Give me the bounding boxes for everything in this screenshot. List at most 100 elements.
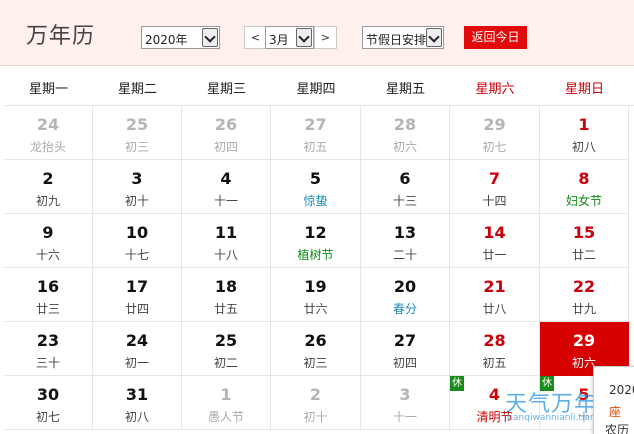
day-number: 27 bbox=[304, 115, 327, 134]
weekday-label: 星期五 bbox=[385, 82, 425, 97]
lunar-date: 初三 bbox=[303, 356, 328, 370]
calendar-day[interactable]: 14 廿一 bbox=[450, 214, 540, 268]
lunar-date: 初八 bbox=[571, 140, 596, 154]
calendar-day[interactable]: 29 初七 bbox=[450, 106, 540, 160]
calendar-day[interactable]: 9 十六 bbox=[4, 214, 93, 268]
calendar-day[interactable]: 13 二十 bbox=[361, 214, 450, 268]
lunar-date: 惊蛰 bbox=[303, 194, 328, 208]
calendar-day[interactable]: 16 廿三 bbox=[4, 268, 93, 322]
calendar-day[interactable]: 5 惊蛰 bbox=[271, 160, 361, 214]
lunar-date: 三十 bbox=[35, 356, 60, 370]
day-number: 3 bbox=[399, 385, 411, 404]
calendar-day[interactable]: 25 初二 bbox=[182, 322, 271, 376]
calendar-day[interactable]: 18 廿五 bbox=[182, 268, 271, 322]
lunar-date: 廿一 bbox=[482, 248, 507, 262]
calendar-day[interactable]: 11 十八 bbox=[182, 214, 271, 268]
lunar-date: 廿九 bbox=[571, 302, 596, 316]
day-number: 2 bbox=[309, 385, 322, 404]
holiday-select[interactable]: 节假日安排 bbox=[362, 26, 444, 49]
calendar-day[interactable]: 28 初六 bbox=[361, 106, 450, 160]
lunar-date: 初九 bbox=[35, 194, 60, 208]
lunar-date: 十四 bbox=[482, 194, 507, 208]
day-number: 22 bbox=[572, 277, 596, 296]
day-number: 12 bbox=[304, 223, 327, 242]
day-number: 27 bbox=[393, 331, 417, 350]
lunar-date: 初十 bbox=[124, 194, 149, 208]
calendar-day[interactable]: 28 初五 bbox=[450, 322, 540, 376]
day-number: 16 bbox=[36, 277, 60, 296]
calendar-day[interactable]: 2 初九 bbox=[4, 160, 93, 214]
calendar-day[interactable]: 4 十一 bbox=[182, 160, 271, 214]
lunar-date: 初三 bbox=[124, 140, 149, 154]
calendar-day[interactable]: 24 龙抬头 bbox=[4, 106, 93, 160]
lunar-date: 初四 bbox=[213, 140, 238, 154]
calendar-day[interactable]: 7 十四 bbox=[450, 160, 540, 214]
weekday-label: 星期三 bbox=[206, 82, 246, 97]
year-select[interactable]: 2020年 bbox=[141, 26, 220, 49]
day-number: 21 bbox=[483, 277, 506, 296]
day-number: 28 bbox=[393, 115, 417, 134]
chevron-down-icon[interactable] bbox=[426, 28, 442, 47]
calendar-day[interactable]: 17 廿四 bbox=[93, 268, 182, 322]
return-today-button[interactable]: 返回今日 bbox=[464, 26, 527, 49]
calendar-day[interactable]: 26 初四 bbox=[182, 106, 271, 160]
prev-month-button[interactable]: < bbox=[244, 26, 267, 49]
calendar-day[interactable]: 22 廿九 bbox=[540, 268, 629, 322]
holiday-select-value: 节假日安排 bbox=[366, 33, 427, 47]
lunar-date: 二十 bbox=[392, 248, 417, 262]
lunar-date: 植树节 bbox=[297, 248, 334, 262]
calendar-day[interactable]: 12 植树节 bbox=[271, 214, 361, 268]
calendar-day[interactable]: 27 初四 bbox=[361, 322, 450, 376]
lunar-date: 初十 bbox=[303, 410, 328, 424]
lunar-date: 十一 bbox=[392, 410, 417, 424]
day-number: 17 bbox=[125, 277, 149, 296]
calendar-day[interactable]: 30 初七 bbox=[4, 376, 93, 430]
calendar-day[interactable]: 26 初三 bbox=[271, 322, 361, 376]
day-number: 1 bbox=[220, 385, 232, 404]
calendar-day[interactable]: 19 廿六 bbox=[271, 268, 361, 322]
lunar-date: 妇女节 bbox=[565, 194, 602, 208]
day-number: 1 bbox=[578, 115, 590, 134]
day-number: 31 bbox=[125, 385, 149, 404]
calendar-day[interactable]: 15 廿二 bbox=[540, 214, 629, 268]
page-title: 万年历 bbox=[26, 24, 96, 49]
day-number: 26 bbox=[304, 331, 327, 350]
lunar-date: 初五 bbox=[303, 140, 328, 154]
calendar-day[interactable]: 20 春分 bbox=[361, 268, 450, 322]
calendar-day[interactable]: 24 初一 bbox=[93, 322, 182, 376]
calendar-day[interactable]: 3 十一 bbox=[361, 376, 450, 430]
date-tooltip-popup: 2020 座 农历 bbox=[593, 366, 634, 434]
calendar-day[interactable]: 6 十三 bbox=[361, 160, 450, 214]
popup-lunar-label: 农历 bbox=[605, 423, 630, 434]
calendar-day[interactable]: 3 初十 bbox=[93, 160, 182, 214]
calendar-day[interactable]: 23 三十 bbox=[4, 322, 93, 376]
lunar-date: 廿六 bbox=[303, 302, 328, 316]
calendar-day[interactable]: 1 愚人节 bbox=[182, 376, 271, 430]
calendar-day[interactable]: 21 廿八 bbox=[450, 268, 540, 322]
day-number: 6 bbox=[399, 169, 411, 188]
calendar-day[interactable]: 25 初三 bbox=[93, 106, 182, 160]
lunar-date: 廿四 bbox=[124, 302, 149, 316]
next-month-button[interactable]: > bbox=[314, 26, 337, 49]
lunar-date: 廿五 bbox=[213, 302, 238, 316]
calendar-day[interactable]: 27 初五 bbox=[271, 106, 361, 160]
month-select[interactable]: 3月 bbox=[265, 26, 314, 49]
calendar-day[interactable]: 1 初八 bbox=[540, 106, 629, 160]
chevron-down-icon[interactable] bbox=[202, 28, 218, 47]
calendar-day[interactable]: 10 十七 bbox=[93, 214, 182, 268]
weekday-label: 星期四 bbox=[296, 82, 336, 97]
lunar-date: 十三 bbox=[392, 194, 417, 208]
calendar-day[interactable]: 2 初十 bbox=[271, 376, 361, 430]
day-number: 2 bbox=[42, 169, 54, 188]
calendar-day[interactable]: 31 初八 bbox=[93, 376, 182, 430]
chevron-down-icon[interactable] bbox=[296, 28, 312, 47]
lunar-date: 十六 bbox=[35, 248, 60, 262]
lunar-date: 十一 bbox=[213, 194, 238, 208]
lunar-date: 初五 bbox=[482, 356, 507, 370]
lunar-date: 初八 bbox=[124, 410, 149, 424]
lunar-date: 十七 bbox=[124, 248, 149, 262]
lunar-date: 初二 bbox=[213, 356, 238, 370]
popup-constellation: 座 bbox=[609, 405, 622, 419]
day-number: 23 bbox=[36, 331, 60, 350]
calendar-day[interactable]: 8 妇女节 bbox=[540, 160, 629, 214]
